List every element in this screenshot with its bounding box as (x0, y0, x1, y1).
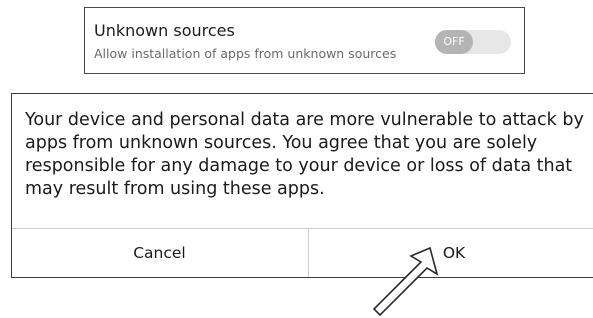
unknown-sources-toggle[interactable]: OFF (435, 30, 511, 54)
security-warning-dialog: Your device and personal data are more v… (11, 93, 593, 278)
unknown-sources-setting[interactable]: Unknown sources Allow installation of ap… (84, 7, 525, 74)
toggle-knob: OFF (435, 30, 473, 54)
cancel-button[interactable]: Cancel (12, 229, 307, 277)
ok-button[interactable]: OK (309, 229, 593, 277)
dialog-message: Your device and personal data are more v… (25, 110, 584, 199)
setting-title: Unknown sources (94, 21, 235, 40)
pointer-arrow-icon (372, 246, 439, 317)
setting-subtitle: Allow installation of apps from unknown … (94, 46, 397, 61)
